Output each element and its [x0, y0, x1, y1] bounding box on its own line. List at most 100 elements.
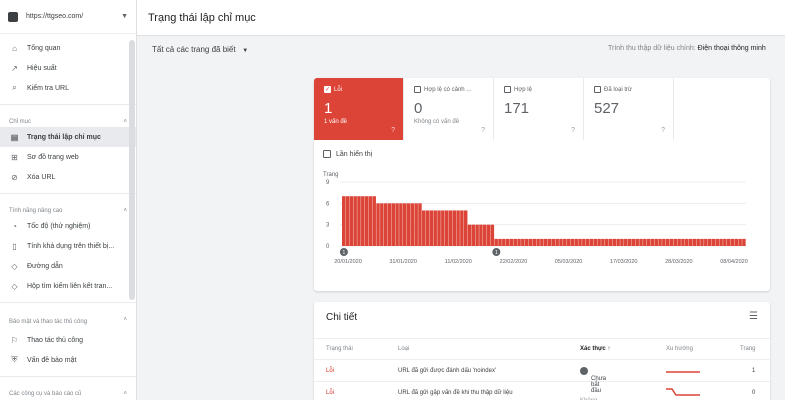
impressions-toggle[interactable]: Lần hiển thị: [323, 150, 372, 158]
col-type[interactable]: Loại: [398, 346, 409, 352]
tile-label: Hợp lệ: [504, 86, 573, 93]
sidebar-item[interactable]: ⛨ Vấn đề bảo mật: [0, 350, 136, 370]
chevron-up-icon: ˄: [123, 208, 127, 214]
impressions-checkbox[interactable]: [323, 150, 331, 158]
chart-bar: [692, 238, 697, 246]
chart-bar: [677, 238, 681, 246]
chart-bar: [383, 203, 388, 246]
row-validation: Chưa bắt đầu: [580, 367, 606, 394]
row-pages: 0: [752, 390, 756, 396]
table-row[interactable]: Lỗi URL đã gửi được đánh dấu 'noindex' Chư…: [314, 360, 770, 394]
chart-bar: [406, 203, 411, 246]
sidebar-item-label: Tính khả dụng trên thiết bị...: [27, 242, 115, 250]
sidebar-nav: ⌂ Tổng quan ↗ Hiệu suất ⌕ Kiểm tra URL Chỉ mụ…: [0, 34, 136, 399]
sidebar-item[interactable]: ◇ Đường dẫn: [0, 256, 136, 276]
col-validation[interactable]: Xác thực ↑: [580, 346, 610, 352]
chart-bar: [566, 238, 571, 246]
chart-bar: [719, 238, 723, 246]
chart-bar: [441, 210, 445, 246]
checkbox-icon[interactable]: [414, 86, 421, 93]
chart-bar: [635, 238, 639, 246]
tile-label: Đã loại trừ: [594, 86, 663, 93]
chart-bar: [425, 210, 430, 246]
chart-bar: [570, 238, 575, 246]
chart-bar: [688, 238, 693, 246]
chart-bar: [433, 210, 437, 246]
section-security[interactable]: Bảo mật và thao tác thủ công ˄: [0, 309, 136, 330]
status-tile[interactable]: Hợp lệ 171?: [494, 78, 584, 140]
table-row[interactable]: Lỗi URL đã gửi gặp vấn đề khi thu thập dữ…: [314, 382, 770, 400]
row-pages: 1: [752, 368, 756, 374]
sidebar-item[interactable]: ◇ Hộp tìm kiếm liên kết tran...: [0, 276, 136, 296]
sidebar-item-label: Hộp tìm kiếm liên kết tran...: [27, 282, 113, 290]
chart-bar: [547, 238, 552, 246]
tile-label-text: Lỗi: [334, 86, 343, 93]
sidebar-item[interactable]: ⌂ Tổng quan: [0, 38, 136, 58]
section-label: Tính năng nâng cao: [9, 208, 63, 214]
col-pages[interactable]: Trang: [740, 346, 755, 352]
chart-bar: [483, 224, 487, 246]
sidebar-item[interactable]: ⚐ Thao tác thủ công: [0, 330, 136, 350]
chart-bar: [494, 238, 498, 246]
chart-bar: [723, 238, 727, 246]
x-tick-label: 05/03/2020: [555, 259, 583, 265]
col-status[interactable]: Trạng thái: [326, 346, 353, 352]
home-icon: ⌂: [12, 43, 17, 53]
chart-bar: [601, 238, 605, 246]
section-enhancements[interactable]: Tính năng nâng cao ˄: [0, 200, 136, 216]
tile-label-text: Đã loại trừ: [604, 86, 633, 93]
chart-bar: [471, 224, 476, 246]
property-selector[interactable]: https://ttgseo.com/ ▼: [0, 0, 136, 34]
sidebar-item[interactable]: ▤ Trạng thái lập chỉ mục: [0, 127, 136, 147]
status-tile[interactable]: ✓ Lỗi 1 1 vấn đề?: [314, 78, 404, 140]
help-icon[interactable]: ?: [481, 127, 485, 134]
tile-value: 0: [414, 100, 423, 117]
sidebar-scrollbar[interactable]: [129, 40, 135, 300]
page-title: Trạng thái lập chỉ mục: [148, 11, 256, 24]
sidebar-item-label: Đường dẫn: [27, 262, 63, 270]
chart-bar: [578, 238, 582, 246]
chart-bar: [376, 203, 380, 246]
sidebar-item[interactable]: ⊘ Xóa URL: [0, 167, 136, 187]
checkbox-checked-icon[interactable]: ✓: [324, 86, 331, 93]
speed-icon: ◔: [12, 221, 17, 231]
impressions-label: Lần hiển thị: [336, 150, 373, 158]
chart-bar: [444, 210, 449, 246]
filter-icon[interactable]: ☰: [749, 311, 758, 322]
sidebar-item[interactable]: ◔ Tốc độ (thử nghiệm): [0, 216, 136, 236]
crawler-info: Trình thu thập dữ liệu chính: Điện thoại…: [608, 45, 766, 52]
annotation-label: 1: [495, 250, 498, 256]
sidebar-item[interactable]: ⊞ Sơ đồ trang web: [0, 147, 136, 167]
x-tick-label: 28/03/2020: [665, 259, 693, 265]
chart-bar: [486, 224, 491, 246]
status-tile[interactable]: Hợp lệ có cảnh ... 0 Không có vấn đề?: [404, 78, 494, 140]
help-icon[interactable]: ?: [391, 127, 395, 134]
chart-bar: [616, 238, 620, 246]
col-trend[interactable]: Xu hướng: [666, 346, 693, 352]
chart-bar: [513, 238, 517, 246]
section-legacy[interactable]: Các công cụ và báo cáo cũ ˄: [0, 383, 136, 399]
help-icon[interactable]: ?: [571, 127, 575, 134]
checkbox-icon[interactable]: [594, 86, 601, 93]
chart-bar: [521, 238, 525, 246]
chart-bar: [509, 238, 514, 246]
help-icon[interactable]: ?: [661, 127, 665, 134]
chart-bar: [700, 238, 704, 246]
sidebar-item[interactable]: ▯ Tính khả dụng trên thiết bị...: [0, 236, 136, 256]
chart-bar: [532, 238, 537, 246]
chart-bar: [456, 210, 460, 246]
sidebar-item[interactable]: ⌕ Kiểm tra URL: [0, 78, 136, 98]
chart-bar: [452, 210, 456, 246]
flag-icon: ⚐: [10, 335, 19, 345]
chart-bar: [563, 238, 567, 246]
divider: [0, 302, 136, 303]
section-label: Chỉ mục: [9, 119, 32, 125]
document-icon: ▤: [10, 132, 19, 142]
section-index[interactable]: Chỉ mục ˄: [0, 111, 136, 127]
chart-bar: [505, 238, 510, 246]
page-filter-dropdown[interactable]: Tất cả các trang đã biết ▼: [152, 45, 248, 54]
status-tile[interactable]: Đã loại trừ 527?: [584, 78, 674, 140]
checkbox-icon[interactable]: [504, 86, 511, 93]
chart-bar: [711, 238, 716, 246]
sidebar-item[interactable]: ↗ Hiệu suất: [0, 58, 136, 78]
